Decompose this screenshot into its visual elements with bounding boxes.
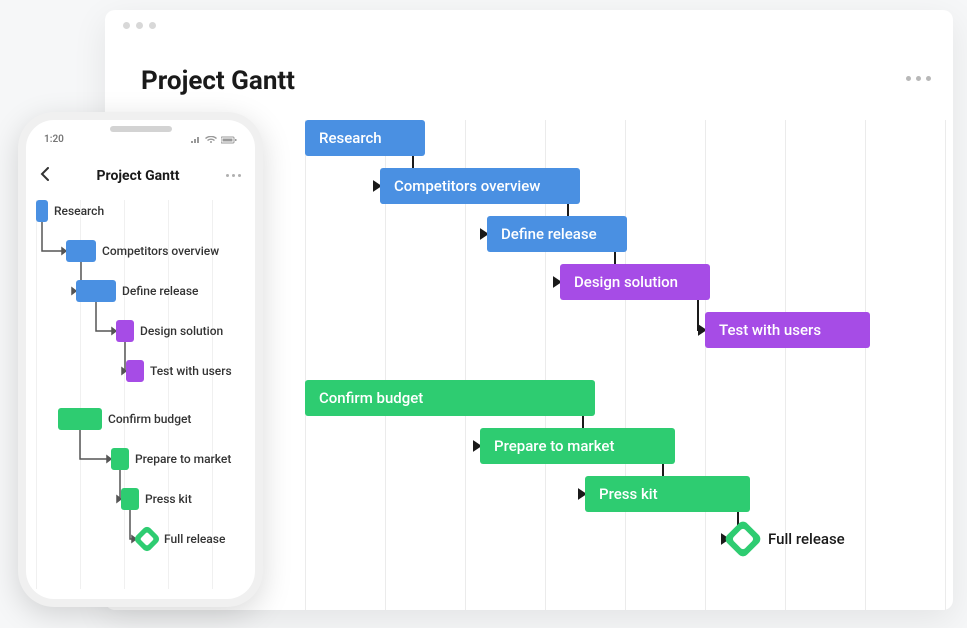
gantt-chart-phone[interactable]: Research Competitors overview Define relea…: [36, 200, 245, 589]
gantt-row-test[interactable]: Test with users: [126, 360, 232, 382]
phone-screen: 1:20 Project Gantt Research Competitors o…: [26, 120, 255, 599]
dots-icon: [238, 174, 241, 177]
gantt-row-design[interactable]: Design solution: [116, 320, 223, 342]
chevron-left-icon: [40, 167, 50, 181]
gantt-bar-define[interactable]: [76, 280, 116, 302]
gantt-bar-budget[interactable]: [58, 408, 102, 430]
milestone-full-release[interactable]: Full release: [728, 524, 845, 554]
gantt-label: Prepare to market: [135, 452, 231, 466]
dots-icon: [926, 76, 931, 81]
gantt-label: Define release: [122, 284, 198, 298]
window-control-dot[interactable]: [123, 22, 130, 29]
window-control-dot[interactable]: [149, 22, 156, 29]
gantt-bar-market[interactable]: [111, 448, 129, 470]
gantt-label: Competitors overview: [102, 244, 219, 258]
gantt-bar-define[interactable]: Define release: [487, 216, 627, 252]
gantt-bar-test[interactable]: [126, 360, 144, 382]
battery-icon: [221, 136, 237, 144]
gantt-bar-competitors[interactable]: [66, 240, 96, 262]
status-time: 1:20: [44, 134, 64, 145]
gantt-row-define[interactable]: Define release: [76, 280, 198, 302]
gantt-bar-design[interactable]: [116, 320, 134, 342]
window-controls[interactable]: [123, 22, 156, 29]
dots-icon: [226, 174, 229, 177]
gantt-bar-budget[interactable]: Confirm budget: [305, 380, 595, 416]
gantt-bar-design[interactable]: Design solution: [560, 264, 710, 300]
gantt-label: Research: [54, 204, 104, 218]
gantt-chart-desktop[interactable]: Research Competitors overview Define relea…: [305, 120, 953, 610]
gantt-bar-competitors[interactable]: Competitors overview: [380, 168, 580, 204]
phone-page-title: Project Gantt: [97, 168, 180, 184]
diamond-icon: [136, 528, 158, 550]
dots-icon: [232, 174, 235, 177]
gantt-row-research[interactable]: Research: [36, 200, 104, 222]
dots-icon: [906, 76, 911, 81]
status-icons: [191, 134, 237, 145]
gantt-label: Test with users: [150, 364, 232, 378]
wifi-icon: [205, 136, 217, 144]
gantt-label: Design solution: [140, 324, 223, 338]
phone-more-button[interactable]: [226, 174, 241, 177]
more-button[interactable]: [906, 76, 931, 81]
back-button[interactable]: [40, 166, 50, 185]
dots-icon: [916, 76, 921, 81]
gantt-bar-press[interactable]: Press kit: [585, 476, 750, 512]
phone-header: Project Gantt: [26, 166, 255, 185]
gantt-row-competitors[interactable]: Competitors overview: [66, 240, 219, 262]
milestone-label: Full release: [164, 532, 225, 546]
gantt-label: Press kit: [145, 492, 192, 506]
gantt-bar-press[interactable]: [121, 488, 139, 510]
gantt-label: Confirm budget: [108, 412, 191, 426]
diamond-icon: [728, 524, 758, 554]
phone-mock: 1:20 Project Gantt Research Competitors o…: [18, 112, 263, 607]
gantt-bar-test[interactable]: Test with users: [705, 312, 870, 348]
page-title: Project Gantt: [141, 66, 295, 96]
gantt-bar-research[interactable]: Research: [305, 120, 425, 156]
milestone-label: Full release: [768, 530, 845, 548]
gantt-bar-research[interactable]: [36, 200, 48, 222]
phone-status-bar: 1:20: [26, 134, 255, 145]
milestone-full-release[interactable]: Full release: [136, 528, 225, 550]
gantt-row-budget[interactable]: Confirm budget: [58, 408, 191, 430]
gantt-row-market[interactable]: Prepare to market: [111, 448, 231, 470]
window-control-dot[interactable]: [136, 22, 143, 29]
gantt-bar-market[interactable]: Prepare to market: [480, 428, 675, 464]
gantt-row-press[interactable]: Press kit: [121, 488, 192, 510]
phone-notch: [110, 126, 172, 132]
signal-icon: [191, 136, 201, 144]
